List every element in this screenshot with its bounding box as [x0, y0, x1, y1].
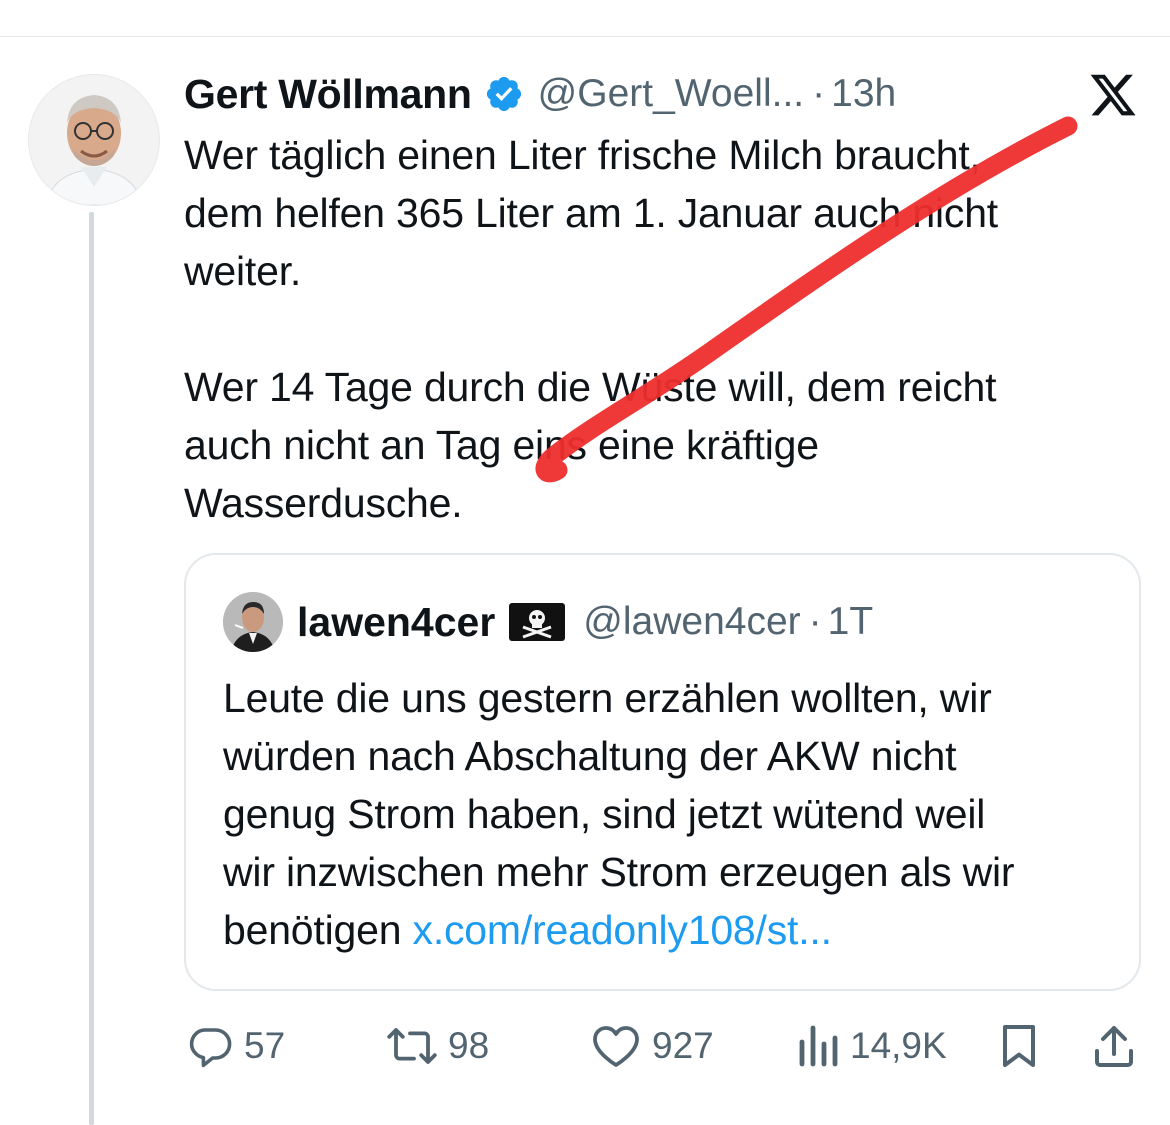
reply-icon	[189, 1028, 232, 1068]
quoted-tweet-card[interactable]: lawen4cer @lawen4cer · 1T Leute die uns …	[184, 553, 1141, 991]
thread-line	[89, 212, 94, 1125]
quoted-header-separator: ·	[808, 600, 822, 643]
header-separator: ·	[812, 72, 826, 115]
quoted-author-avatar[interactable]	[223, 592, 283, 652]
repost-count: 98	[448, 1025, 490, 1066]
tweet-header: Gert Wöllmann @Gert_Woell... · 13h	[184, 68, 896, 120]
author-handle[interactable]: @Gert_Woell...	[538, 72, 804, 116]
quoted-author-handle[interactable]: @lawen4cer	[583, 600, 800, 644]
like-count: 927	[652, 1025, 714, 1066]
tweet-timestamp[interactable]: 13h	[831, 72, 896, 116]
share-button[interactable]	[1090, 1015, 1138, 1077]
repost-icon	[387, 1028, 437, 1064]
top-divider	[0, 36, 1170, 37]
bookmark-icon	[1003, 1025, 1035, 1067]
tweet-text: Wer täglich einen Liter frische Milch br…	[184, 132, 998, 526]
x-logo-icon	[1090, 74, 1136, 116]
quoted-author-display-name[interactable]: lawen4cer	[297, 599, 495, 646]
verified-badge-icon	[486, 76, 521, 112]
bookmark-button[interactable]	[996, 1015, 1042, 1077]
quoted-tweet-link[interactable]: x.com/readonly108/st...	[413, 907, 832, 953]
reply-count: 57	[244, 1025, 286, 1066]
tweet-action-bar: 57 98 927 14,9K	[0, 1015, 1170, 1077]
author-avatar[interactable]	[28, 74, 160, 206]
heart-icon	[593, 1026, 639, 1067]
share-icon	[1095, 1026, 1133, 1067]
views-count: 14,9K	[850, 1025, 947, 1066]
author-display-name[interactable]: Gert Wöllmann	[184, 71, 472, 118]
repost-button[interactable]: 98	[386, 1015, 489, 1077]
quoted-tweet-header: lawen4cer @lawen4cer · 1T	[223, 591, 873, 653]
quoted-tweet-timestamp[interactable]: 1T	[828, 600, 874, 644]
pirate-flag-icon	[509, 603, 566, 641]
quoted-tweet-text: Leute die uns gestern erzählen wollten, …	[223, 669, 1123, 959]
views-button[interactable]: 14,9K	[796, 1015, 947, 1077]
like-button[interactable]: 927	[590, 1015, 714, 1077]
views-icon	[799, 1025, 838, 1067]
reply-button[interactable]: 57	[186, 1015, 285, 1077]
